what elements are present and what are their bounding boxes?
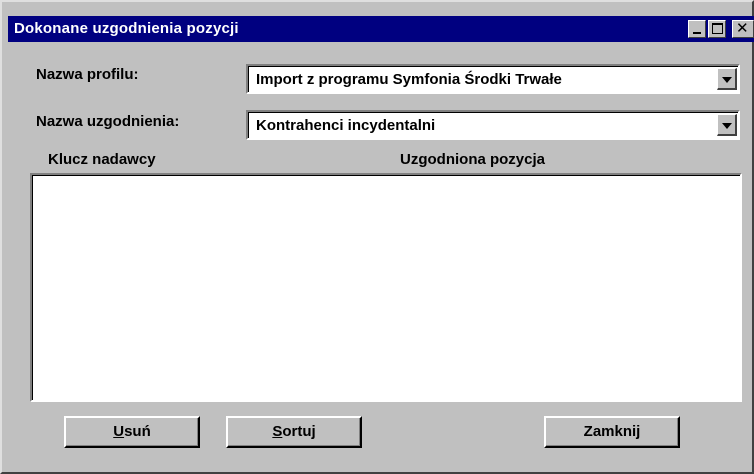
- sort-mnemonic: S: [272, 423, 283, 440]
- dialog-window: Dokonane uzgodnienia pozycji ✕ Nazwa pro…: [0, 0, 754, 474]
- close-glyph: ✕: [736, 20, 749, 37]
- profile-name-value: Import z programu Symfonia Środki Trwałe: [256, 71, 562, 88]
- reconciliation-list[interactable]: [30, 173, 742, 402]
- delete-label-rest: suń: [124, 423, 151, 440]
- maximize-icon[interactable]: [708, 20, 726, 38]
- profile-name-label: Nazwa profilu:: [36, 66, 139, 83]
- reconciliation-name-dropdown[interactable]: Kontrahenci incydentalni: [246, 110, 740, 140]
- chevron-down-icon[interactable]: [717, 68, 737, 90]
- title-bar[interactable]: Dokonane uzgodnienia pozycji ✕: [8, 16, 754, 42]
- close-icon[interactable]: ✕: [732, 20, 754, 38]
- sort-label-rest: ortuj: [282, 423, 316, 440]
- sort-button[interactable]: Sortuj: [226, 416, 362, 448]
- delete-mnemonic: U: [113, 423, 125, 440]
- window-title: Dokonane uzgodnienia pozycji: [14, 20, 239, 37]
- delete-button[interactable]: Usuń: [64, 416, 200, 448]
- column-header-sender-key[interactable]: Klucz nadawcy: [48, 151, 156, 168]
- reconciliation-name-value: Kontrahenci incydentalni: [256, 117, 436, 134]
- minimize-icon[interactable]: [688, 20, 706, 38]
- close-button[interactable]: Zamknij: [544, 416, 680, 448]
- profile-name-dropdown[interactable]: Import z programu Symfonia Środki Trwałe: [246, 64, 740, 94]
- reconciliation-name-label: Nazwa uzgodnienia:: [36, 113, 180, 130]
- column-header-matched-item[interactable]: Uzgodniona pozycja: [400, 151, 545, 168]
- chevron-down-icon[interactable]: [717, 114, 737, 136]
